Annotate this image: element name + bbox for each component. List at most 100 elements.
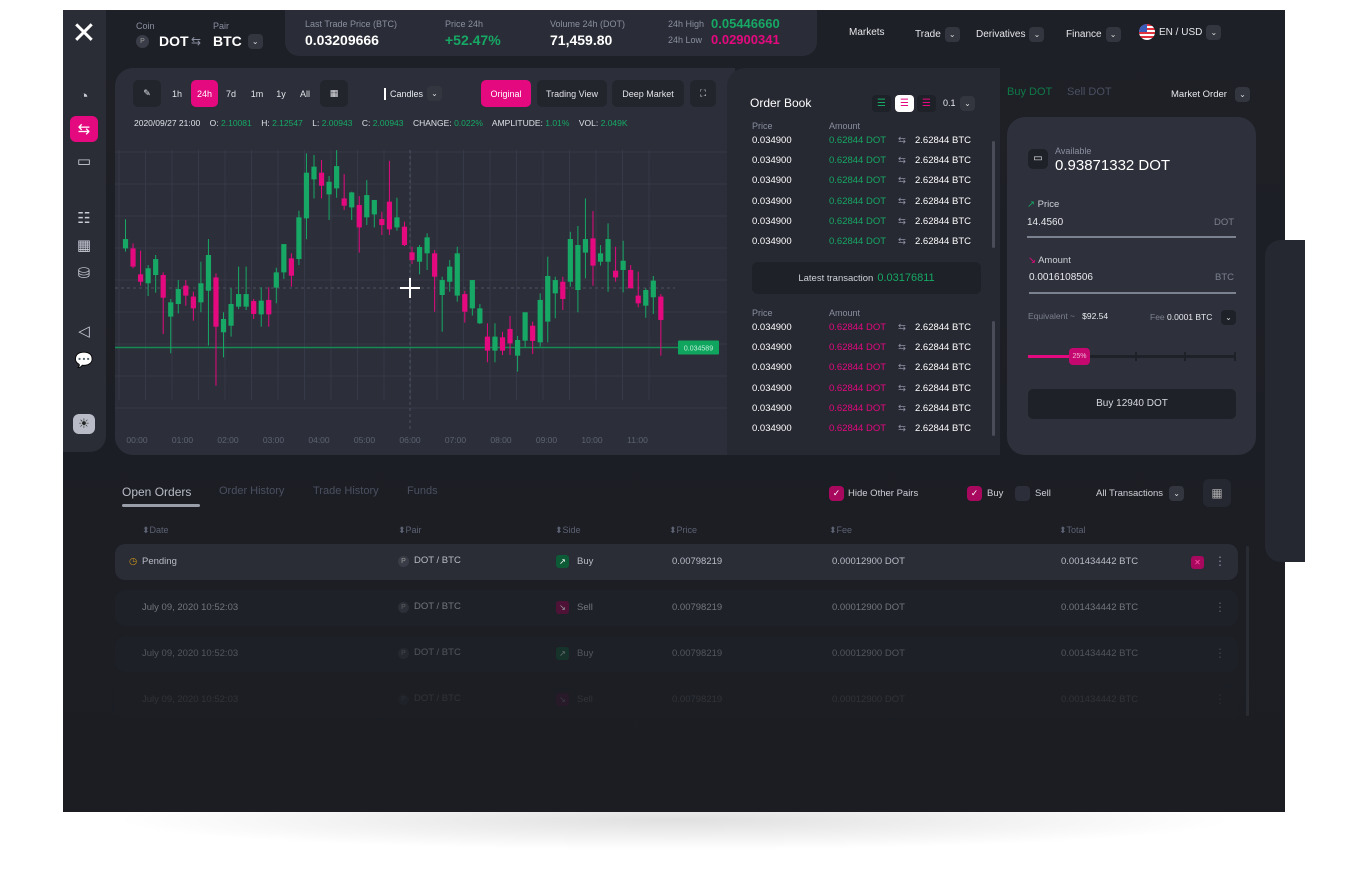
view-trading-view-button[interactable]: Trading View — [537, 80, 607, 107]
order-book-row[interactable]: 0.034900 0.62844 DOT ⇆ 2.62844 BTC — [752, 155, 982, 169]
slider-handle[interactable]: 25% — [1068, 348, 1090, 365]
draw-tool-button[interactable]: ✎ — [133, 80, 161, 107]
period-1h-button[interactable]: 1h — [168, 80, 186, 107]
fee-dropdown[interactable]: ⌄ — [1221, 310, 1236, 325]
order-type-select[interactable]: Market Order ⌄ — [1171, 87, 1250, 102]
nav-derivatives[interactable]: Derivatives ⌄ — [976, 27, 1045, 42]
candle-body — [243, 294, 249, 307]
period-all-button[interactable]: All — [295, 80, 315, 107]
nav-finance[interactable]: Finance ⌄ — [1066, 27, 1121, 42]
column-header-date[interactable]: ⬍Date — [142, 525, 169, 536]
column-header-total[interactable]: ⬍Total — [1059, 525, 1086, 536]
order-book-row[interactable]: 0.034900 0.62844 DOT ⇆ 2.62844 BTC — [752, 383, 982, 397]
more-options-icon[interactable]: ⋮ — [1214, 554, 1226, 568]
row-amount-dot: 0.62844 DOT — [829, 382, 887, 394]
fullscreen-button[interactable]: ⛶ — [690, 80, 716, 107]
view-bids-button[interactable]: ☰ — [895, 95, 914, 112]
sell-checkbox[interactable] — [1015, 486, 1030, 501]
x-tick-label: 09:00 — [536, 435, 558, 445]
coins-icon[interactable]: ⛁ — [70, 260, 98, 286]
view-deep-market-button[interactable]: Deep Market — [612, 80, 684, 107]
sun-icon[interactable]: ☀ — [73, 414, 95, 434]
order-book-row[interactable]: 0.034900 0.62844 DOT ⇆ 2.62844 BTC — [752, 342, 982, 356]
latest-transaction: Latest transaction 0.03176811 — [752, 262, 981, 294]
tab-buy-dot[interactable]: Buy DOT — [1007, 86, 1052, 98]
nav-trade[interactable]: Trade ⌄ — [915, 27, 960, 42]
pair-selector[interactable]: BTC ⌄ — [213, 33, 263, 49]
more-options-icon[interactable]: ⋮ — [1214, 600, 1226, 614]
view-asks-button[interactable]: ☰ — [917, 95, 936, 112]
more-options-icon[interactable]: ⋮ — [1214, 646, 1226, 660]
tab-sell-dot[interactable]: Sell DOT — [1067, 86, 1112, 98]
candle-body — [462, 294, 468, 312]
buy-submit-button[interactable]: Buy 12940 DOT — [1028, 389, 1236, 419]
exchange-icon[interactable]: ⇆ — [70, 116, 98, 142]
swap-icon[interactable]: ⇆ — [191, 34, 201, 48]
slider-tick — [1135, 352, 1137, 361]
more-options-icon[interactable]: ⋮ — [1214, 692, 1226, 706]
transactions-filter[interactable]: All Transactions ⌄ — [1096, 486, 1185, 501]
nav-markets[interactable]: Markets — [849, 27, 885, 38]
order-book-row[interactable]: 0.034900 0.62844 DOT ⇆ 2.62844 BTC — [752, 423, 982, 437]
precision-dropdown[interactable]: ⌄ — [960, 96, 975, 111]
buy-checkbox[interactable]: ✓ — [967, 486, 982, 501]
order-book-row[interactable]: 0.034900 0.62844 DOT ⇆ 2.62844 BTC — [752, 236, 982, 250]
view-both-button[interactable]: ☰ — [872, 95, 891, 112]
asks-scrollbar[interactable] — [992, 141, 995, 248]
coin-selector[interactable]: P DOT — [136, 33, 189, 49]
candle-body — [522, 312, 528, 341]
exchange-arrows-icon: ⇆ — [898, 175, 906, 187]
orders-scrollbar[interactable] — [1246, 546, 1249, 716]
table-row[interactable]: ◷ Pending P DOT / BTC ↗ Buy 0.00798219 0.0… — [115, 544, 1238, 580]
nav-finance-label: Finance — [1066, 29, 1102, 40]
period-1m-button[interactable]: 1m — [248, 80, 266, 107]
column-header-price[interactable]: ⬍Price — [669, 525, 697, 536]
list-icon[interactable]: ☷ — [70, 205, 98, 231]
row-date: July 09, 2020 10:52:03 — [142, 602, 239, 613]
date-picker-button[interactable]: ▦ — [320, 80, 348, 107]
table-row[interactable]: July 09, 2020 10:52:03 P DOT / BTC ↘ Sell … — [115, 682, 1238, 718]
order-book-row[interactable]: 0.034900 0.62844 DOT ⇆ 2.62844 BTC — [752, 403, 982, 417]
period-1y-button[interactable]: 1y — [273, 80, 289, 107]
candle-body — [507, 328, 513, 344]
order-book-row[interactable]: 0.034900 0.62844 DOT ⇆ 2.62844 BTC — [752, 362, 982, 376]
tab-funds[interactable]: Funds — [407, 485, 438, 497]
hide-other-pairs-checkbox[interactable]: ✓ — [829, 486, 844, 501]
side-drawer-edge[interactable] — [1265, 240, 1305, 562]
candlestick-chart[interactable]: 0.034589 00:00 01:00 02:00 03:00 04:00 05:00 06… — [115, 140, 727, 452]
cancel-order-button[interactable]: ✕ — [1191, 556, 1204, 569]
order-book-row[interactable]: 0.034900 0.62844 DOT ⇆ 2.62844 BTC — [752, 322, 982, 336]
column-header-fee[interactable]: ⬍Fee — [829, 525, 852, 536]
wallet-icon[interactable]: ▭ — [70, 148, 98, 174]
chevron-down-icon[interactable]: ⌄ — [247, 33, 263, 49]
order-book-row[interactable]: 0.034900 0.62844 DOT ⇆ 2.62844 BTC — [752, 135, 982, 149]
amount-input[interactable]: 0.0016108506 — [1029, 272, 1093, 283]
tab-trade-history[interactable]: Trade History — [313, 485, 379, 497]
calendar-filter-button[interactable]: ▦ — [1203, 479, 1231, 507]
calendar-icon[interactable]: ▦ — [70, 232, 98, 258]
order-book-row[interactable]: 0.034900 0.62844 DOT ⇆ 2.62844 BTC — [752, 196, 982, 210]
pie-chart-icon[interactable]: ◔ — [70, 83, 98, 109]
period-7d-button[interactable]: 7d — [222, 80, 240, 107]
chart-type-select[interactable]: Candles ⌄ — [384, 86, 443, 101]
column-header-pair[interactable]: ⬍Pair — [398, 525, 422, 536]
megaphone-icon[interactable]: ◁ — [70, 318, 98, 344]
tab-order-history[interactable]: Order History — [219, 485, 284, 497]
exchange-arrows-icon: ⇆ — [898, 342, 906, 354]
language-selector[interactable]: EN / USD ⌄ — [1139, 24, 1222, 40]
period-24h-button[interactable]: 24h — [191, 80, 218, 107]
row-pair: P DOT / BTC — [398, 693, 461, 705]
logo[interactable]: ✕ — [70, 19, 98, 49]
candle-body — [371, 199, 377, 215]
price-input[interactable]: 14.4560 — [1027, 217, 1063, 228]
table-row[interactable]: July 09, 2020 10:52:03 P DOT / BTC ↗ Buy 0… — [115, 636, 1238, 672]
chat-icon[interactable]: 💬 — [70, 347, 98, 373]
order-book-row[interactable]: 0.034900 0.62844 DOT ⇆ 2.62844 BTC — [752, 216, 982, 230]
view-original-button[interactable]: Original — [481, 80, 531, 107]
column-header-side[interactable]: ⬍Side — [555, 525, 581, 536]
order-book-row[interactable]: 0.034900 0.62844 DOT ⇆ 2.62844 BTC — [752, 175, 982, 189]
bids-scrollbar[interactable] — [992, 321, 995, 436]
table-row[interactable]: July 09, 2020 10:52:03 P DOT / BTC ↘ Sell … — [115, 590, 1238, 626]
high-label: H: — [261, 118, 270, 128]
tab-open-orders[interactable]: Open Orders — [122, 485, 191, 499]
